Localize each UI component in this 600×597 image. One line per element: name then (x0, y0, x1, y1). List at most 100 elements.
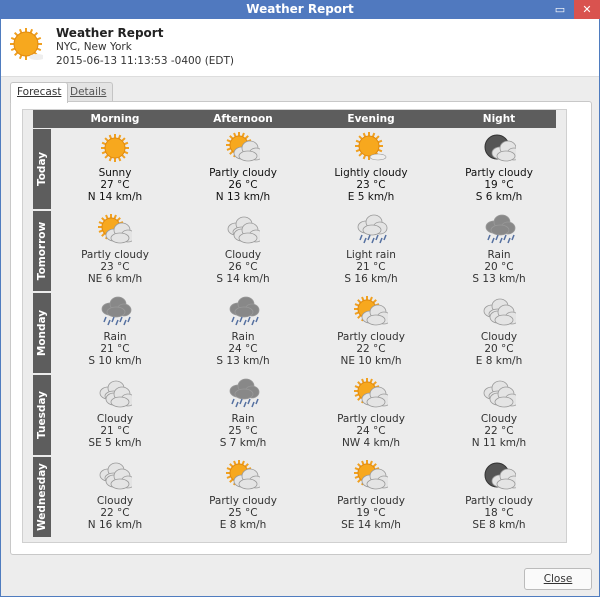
wind: SE 5 km/h (88, 437, 142, 449)
condition: Partly cloudy (209, 167, 277, 179)
lightly-cloudy-icon (307, 131, 435, 165)
temperature: 27 °C (100, 179, 130, 191)
forecast-cell: Cloudy 26 °C S 14 km/h (179, 210, 307, 292)
wind: S 7 km/h (219, 437, 267, 449)
light-rain-icon (307, 213, 435, 247)
forecast-cell: Partly cloudy 19 °C SE 14 km/h (307, 456, 435, 538)
temperature: 21 °C (100, 425, 130, 437)
forecast-cell: Partly cloudy 24 °C NW 4 km/h (307, 374, 435, 456)
report-title: Weather Report (56, 26, 164, 40)
dialog: Weather Report NYC, New York 2015-06-13 … (1, 19, 599, 596)
forecast-grid: Morning Afternoon Evening Night Today Sun… (22, 109, 567, 543)
report-header: Weather Report NYC, New York 2015-06-13 … (1, 19, 599, 77)
day-label-wednesday: Wednesday (33, 457, 51, 537)
partly-cloudy-icon (307, 295, 435, 329)
temperature: 24 °C (356, 425, 386, 437)
column-evening: Evening (347, 113, 395, 125)
partly-cloudy-icon (307, 459, 435, 493)
condition: Cloudy (480, 413, 518, 425)
temperature: 22 °C (484, 425, 514, 437)
forecast-cell: Cloudy 20 °C E 8 km/h (435, 292, 563, 374)
cloudy-icon (435, 377, 563, 411)
cloudy-icon (51, 377, 179, 411)
wind: S 6 km/h (475, 191, 523, 203)
close-icon[interactable]: ✕ (574, 0, 600, 19)
column-night: Night (482, 113, 516, 125)
wind: S 10 km/h (88, 355, 142, 367)
temperature: 19 °C (356, 507, 386, 519)
wind: E 5 km/h (347, 191, 395, 203)
temperature: 21 °C (356, 261, 386, 273)
tab-details[interactable]: Details (63, 82, 114, 102)
tab-label: Forecast (17, 86, 62, 98)
condition: Cloudy (96, 495, 134, 507)
condition: Cloudy (224, 249, 262, 261)
tab-label: Details (70, 86, 107, 98)
temperature: 20 °C (484, 343, 514, 355)
wind: N 13 km/h (215, 191, 271, 203)
forecast-cell: Rain 25 °C S 7 km/h (179, 374, 307, 456)
temperature: 18 °C (484, 507, 514, 519)
temperature: 23 °C (356, 179, 386, 191)
wind: S 16 km/h (344, 273, 398, 285)
temperature: 19 °C (484, 179, 514, 191)
temperature: 24 °C (228, 343, 258, 355)
tab-forecast[interactable]: Forecast (10, 82, 69, 103)
close-button[interactable]: Close (524, 568, 592, 590)
forecast-cell: Cloudy 22 °C N 11 km/h (435, 374, 563, 456)
wind: SE 14 km/h (341, 519, 401, 531)
condition: Partly cloudy (337, 331, 405, 343)
forecast-cell: Partly cloudy 19 °C S 6 km/h (435, 128, 563, 210)
condition: Partly cloudy (465, 167, 533, 179)
forecast-cell: Partly cloudy 22 °C NE 10 km/h (307, 292, 435, 374)
condition: Cloudy (480, 331, 518, 343)
forecast-panel: Morning Afternoon Evening Night Today Sun… (10, 101, 592, 555)
day-label-tomorrow: Tomorrow (33, 211, 51, 291)
partly-cloudy-icon (307, 377, 435, 411)
temperature: 25 °C (228, 507, 258, 519)
day-label-text: Wednesday (36, 463, 48, 531)
forecast-cell: Partly cloudy 25 °C E 8 km/h (179, 456, 307, 538)
forecast-cell: Partly cloudy 26 °C N 13 km/h (179, 128, 307, 210)
forecast-cell: Cloudy 22 °C N 16 km/h (51, 456, 179, 538)
cloudy-icon (51, 459, 179, 493)
temperature: 22 °C (100, 507, 130, 519)
condition: Partly cloudy (465, 495, 533, 507)
title-bar: Weather Report (0, 0, 600, 19)
column-afternoon: Afternoon (213, 113, 273, 125)
temperature: 22 °C (356, 343, 386, 355)
wind: S 13 km/h (216, 355, 270, 367)
wind: N 16 km/h (87, 519, 143, 531)
wind: S 14 km/h (216, 273, 270, 285)
column-header-row: Morning Afternoon Evening Night (33, 110, 556, 128)
rain-icon (51, 295, 179, 329)
wind: N 14 km/h (87, 191, 143, 203)
forecast-cell: Light rain 21 °C S 16 km/h (307, 210, 435, 292)
condition: Cloudy (96, 413, 134, 425)
wind: E 8 km/h (219, 519, 267, 531)
condition: Partly cloudy (209, 495, 277, 507)
condition: Partly cloudy (337, 495, 405, 507)
partly-cloudy-night-icon (435, 459, 563, 493)
day-label-text: Today (36, 151, 48, 187)
minimize-icon[interactable]: ▭ (547, 0, 573, 19)
rain-icon (435, 213, 563, 247)
rain-icon (179, 295, 307, 329)
rain-icon (179, 377, 307, 411)
partly-cloudy-icon (179, 131, 307, 165)
day-label-text: Tuesday (36, 391, 48, 439)
temperature: 25 °C (228, 425, 258, 437)
timestamp: 2015-06-13 11:13:53 -0400 (EDT) (56, 55, 235, 67)
weather-icon (9, 27, 45, 65)
condition: Sunny (98, 167, 132, 179)
wind: NE 10 km/h (340, 355, 402, 367)
condition: Rain (103, 331, 127, 343)
temperature: 21 °C (100, 343, 130, 355)
day-label-text: Monday (36, 309, 48, 357)
forecast-cell: Sunny 27 °C N 14 km/h (51, 128, 179, 210)
wind: S 13 km/h (472, 273, 526, 285)
forecast-cell: Partly cloudy 18 °C SE 8 km/h (435, 456, 563, 538)
temperature: 23 °C (100, 261, 130, 273)
condition: Light rain (346, 249, 396, 261)
condition: Rain (231, 413, 255, 425)
